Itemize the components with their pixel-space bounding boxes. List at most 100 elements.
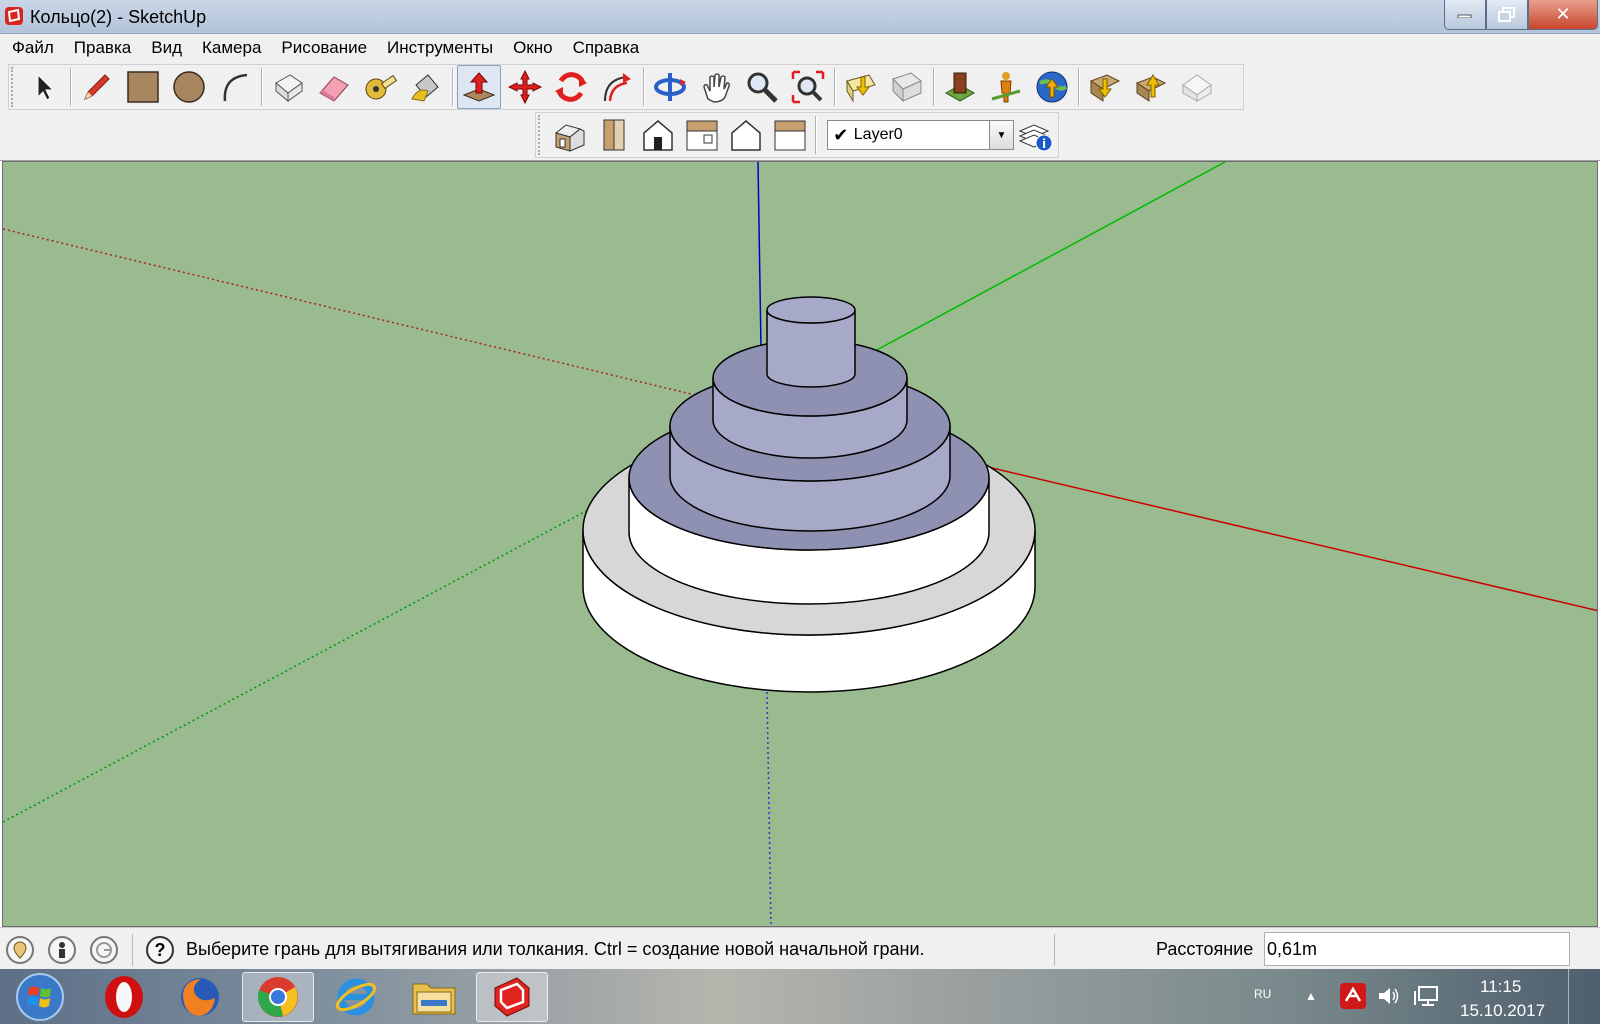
language-indicator[interactable]: RU: [1254, 987, 1271, 1001]
avira-umbrella-icon: [1344, 986, 1362, 1002]
geo-location-button[interactable]: [6, 936, 34, 964]
status-separator: [132, 934, 133, 966]
menu-edit[interactable]: Правка: [64, 38, 141, 58]
clock-date[interactable]: 15.10.2017: [1460, 1001, 1545, 1021]
close-icon: ✕: [1555, 4, 1571, 25]
start-button[interactable]: [4, 972, 76, 1022]
toolbar-separator: [452, 68, 453, 106]
toolbar-grip[interactable]: [538, 115, 544, 155]
layer-name: Layer0: [853, 126, 903, 143]
toolbar-separator: [933, 68, 934, 106]
circle-tool[interactable]: [167, 65, 211, 109]
zoom-tool[interactable]: [740, 65, 784, 109]
tape-measure-icon: [365, 74, 398, 100]
sketchup-app-icon[interactable]: [4, 6, 24, 26]
get-texture-icon: [1089, 74, 1121, 102]
layer-manager-icon: i: [1018, 124, 1053, 152]
taskbar-internet-explorer[interactable]: [320, 972, 392, 1022]
folder-icon: [412, 983, 456, 1015]
taskbar-file-explorer[interactable]: [398, 972, 470, 1022]
left-view-button[interactable]: [769, 113, 811, 157]
rectangle-tool[interactable]: [121, 65, 165, 109]
credits-button[interactable]: [48, 936, 76, 964]
menu-draw[interactable]: Рисование: [271, 38, 377, 58]
chevron-down-icon[interactable]: ▼: [988, 121, 1013, 149]
minimize-button[interactable]: [1444, 0, 1486, 30]
location-pin-icon: [13, 941, 27, 959]
share-component-tool[interactable]: [1175, 65, 1219, 109]
window-title: Кольцо(2) - SketchUp: [30, 7, 207, 27]
offset-icon: [604, 73, 631, 102]
minimize-icon: [1457, 14, 1472, 18]
toolbar-grip[interactable]: [11, 67, 17, 107]
menu-tools[interactable]: Инструменты: [377, 38, 503, 58]
blue-axis-negative: [766, 691, 772, 926]
eraser-icon: [319, 76, 349, 102]
zoom-extents-tool[interactable]: [786, 65, 830, 109]
antivirus-tray-icon[interactable]: [1340, 983, 1366, 1009]
pan-tool[interactable]: [694, 65, 738, 109]
get-photo-texture-tool[interactable]: [1083, 65, 1127, 109]
show-hidden-icons-button[interactable]: ▲: [1298, 983, 1324, 1009]
menu-window[interactable]: Окно: [503, 38, 563, 58]
scene-canvas[interactable]: [3, 162, 1598, 927]
menu-view[interactable]: Вид: [141, 38, 192, 58]
chevron-up-icon: ▲: [1305, 989, 1317, 1003]
red-axis-negative: [3, 228, 692, 395]
instructor-button[interactable]: ?: [146, 936, 174, 964]
speaker-icon: [1379, 988, 1399, 1004]
move-tool[interactable]: [503, 65, 547, 109]
top-cylinder[interactable]: [766, 296, 856, 388]
layer-manager-button[interactable]: i: [1015, 113, 1057, 157]
toggle-terrain-tool[interactable]: [984, 65, 1028, 109]
restore-icon: [1498, 6, 1515, 22]
sign-in-button[interactable]: [90, 936, 118, 964]
windows-orb-icon: [16, 973, 64, 1021]
upload-model-tool[interactable]: [1129, 65, 1173, 109]
tape-measure-tool[interactable]: [358, 65, 402, 109]
offset-tool[interactable]: [595, 65, 639, 109]
arc-tool[interactable]: [213, 65, 257, 109]
close-button[interactable]: ✕: [1528, 0, 1598, 30]
red-axis-positive: [987, 466, 1597, 612]
magnifier-icon: [747, 72, 778, 103]
line-tool[interactable]: [75, 65, 119, 109]
arrow-cursor-icon: [37, 73, 55, 101]
taskbar-sketchup[interactable]: [476, 972, 548, 1022]
eraser-tool[interactable]: [312, 65, 356, 109]
taskbar-opera[interactable]: [88, 972, 160, 1022]
toolbar-separator: [814, 116, 816, 154]
model-viewport[interactable]: [2, 161, 1598, 927]
orbit-tool[interactable]: [648, 65, 692, 109]
svg-text:i: i: [1042, 137, 1046, 151]
measurement-input[interactable]: 0,61m: [1264, 932, 1570, 966]
firefox-icon: [181, 978, 219, 1016]
menu-help[interactable]: Справка: [563, 38, 650, 58]
push-pull-tool[interactable]: [457, 65, 501, 109]
menu-camera[interactable]: Камера: [192, 38, 271, 58]
layer-dropdown[interactable]: ✔ Layer0 ▼: [826, 120, 1014, 150]
show-desktop-button[interactable]: [1568, 969, 1600, 1024]
share-model-tool[interactable]: [885, 65, 929, 109]
select-tool[interactable]: [22, 65, 66, 109]
paint-bucket-tool[interactable]: [404, 65, 448, 109]
top-view-button[interactable]: [593, 113, 635, 157]
preview-in-earth-tool[interactable]: [1030, 65, 1074, 109]
taskbar-chrome[interactable]: [242, 972, 314, 1022]
front-view-button[interactable]: [637, 113, 679, 157]
get-models-tool[interactable]: [839, 65, 883, 109]
menu-file[interactable]: Файл: [2, 38, 64, 58]
add-location-tool[interactable]: [938, 65, 982, 109]
iso-view-button[interactable]: [549, 113, 591, 157]
make-component-tool[interactable]: [266, 65, 310, 109]
network-button[interactable]: [1414, 983, 1440, 1009]
taskbar-firefox[interactable]: [164, 972, 236, 1022]
move-arrows-icon: [507, 69, 543, 105]
globe-icon: [1036, 71, 1068, 103]
back-view-button[interactable]: [725, 113, 767, 157]
restore-button[interactable]: [1486, 0, 1528, 30]
rotate-tool[interactable]: [549, 65, 593, 109]
right-view-button[interactable]: [681, 113, 723, 157]
volume-button[interactable]: [1376, 983, 1402, 1009]
clock-time[interactable]: 11:15: [1480, 977, 1521, 997]
